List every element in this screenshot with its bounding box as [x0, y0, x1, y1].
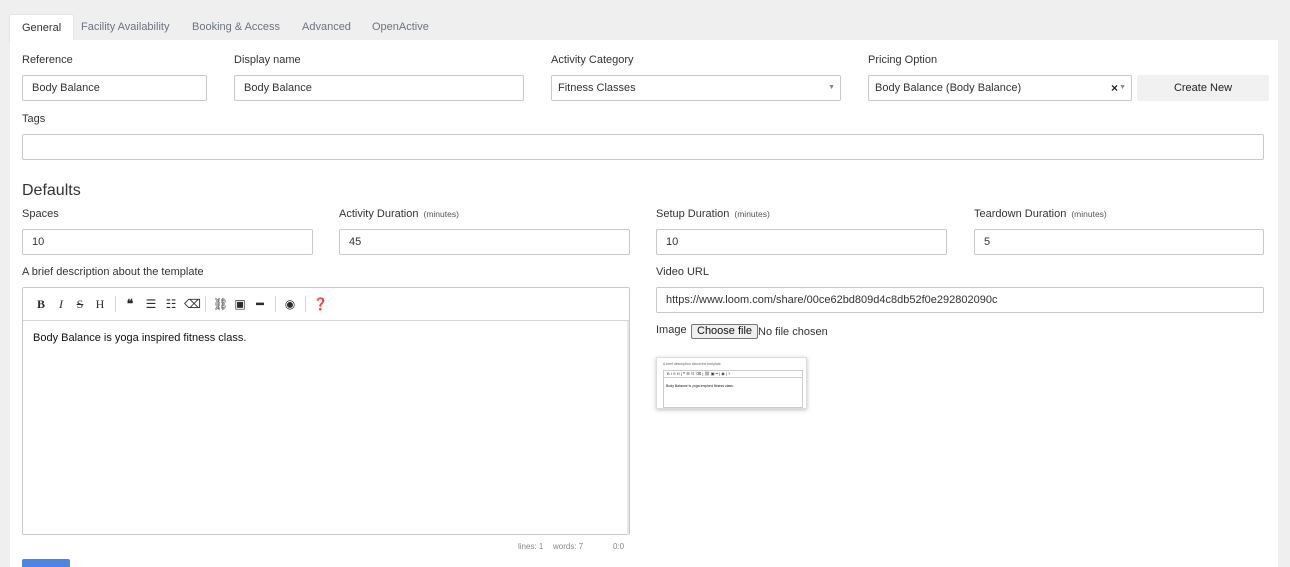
chevron-down-icon: ▼ [1119, 84, 1126, 91]
toolbar-divider [115, 296, 116, 312]
strikethrough-icon[interactable]: S [73, 296, 87, 312]
pricing-option-label: Pricing Option [868, 54, 938, 66]
display-name-label: Display name [234, 54, 301, 66]
teardown-duration-input[interactable]: 5 [974, 229, 1264, 255]
tab-bar: General Facility Availability Booking & … [0, 12, 1290, 42]
horizontal-rule-icon[interactable]: ━ [253, 296, 267, 312]
description-editor[interactable]: B I S H ❝ ☰ ☷ ⌫ ⛓ ▣ ━ ◉ ❓ Body Balance i… [22, 287, 630, 535]
teardown-duration-label-text: Teardown Duration [974, 208, 1067, 220]
activity-category-value: Fitness Classes [558, 82, 636, 94]
activity-category-label: Activity Category [551, 54, 634, 66]
create-new-button[interactable]: Create New [1137, 75, 1269, 101]
tags-label: Tags [22, 113, 46, 125]
thumbnail-caption: A brief description about the template [663, 362, 721, 366]
editor-lines-count: lines: 1 [518, 542, 544, 551]
activity-duration-input[interactable]: 45 [339, 229, 630, 255]
chevron-down-icon: ▼ [828, 84, 835, 91]
clear-icon[interactable]: × [1111, 76, 1118, 100]
pricing-option-select[interactable]: Body Balance (Body Balance) × ▼ [868, 75, 1132, 101]
editor-scrollbar[interactable] [627, 321, 629, 535]
tab-openactive[interactable]: OpenActive [372, 16, 429, 41]
pricing-option-value: Body Balance (Body Balance) [875, 82, 1022, 94]
thumbnail-text: Body Balance is yoga inspired fitness cl… [666, 384, 734, 388]
video-url-input[interactable]: https://www.loom.com/share/00ce62bd809d4… [656, 287, 1264, 313]
spaces-label: Spaces [22, 208, 59, 220]
eraser-icon[interactable]: ⌫ [184, 296, 201, 312]
toolbar-divider [275, 296, 276, 312]
tab-advanced[interactable]: Advanced [302, 16, 351, 41]
bullet-list-icon[interactable]: ☰ [144, 296, 158, 312]
thumbnail-editor-box [663, 378, 803, 408]
editor-cursor-position: 0:0 [613, 542, 625, 551]
preview-icon[interactable]: ◉ [283, 296, 297, 312]
editor-content[interactable]: Body Balance is yoga inspired fitness cl… [33, 332, 246, 344]
defaults-heading: Defaults [22, 182, 81, 199]
setup-duration-input[interactable]: 10 [656, 229, 947, 255]
image-icon[interactable]: ▣ [233, 296, 247, 312]
toolbar-divider [205, 296, 206, 312]
image-thumbnail: A brief description about the template B… [656, 357, 807, 409]
activity-category-select[interactable]: Fitness Classes ▼ [551, 75, 841, 101]
setup-duration-unit: (minutes) [734, 209, 770, 219]
activity-duration-label-text: Activity Duration [339, 208, 419, 220]
image-label: Image [656, 324, 687, 336]
help-icon[interactable]: ❓ [313, 296, 328, 312]
video-url-label: Video URL [656, 266, 709, 278]
teardown-duration-label: Teardown Duration (minutes) [974, 208, 1107, 220]
tab-general[interactable]: General [9, 14, 75, 42]
link-icon[interactable]: ⛓ [213, 296, 228, 312]
teardown-duration-unit: (minutes) [1071, 209, 1107, 219]
editor-toolbar: B I S H ❝ ☰ ☷ ⌫ ⛓ ▣ ━ ◉ ❓ [23, 288, 629, 321]
spaces-input[interactable]: 10 [22, 229, 313, 255]
bold-icon[interactable]: B [34, 296, 48, 312]
tags-input[interactable] [22, 134, 1264, 160]
tab-booking-access[interactable]: Booking & Access [192, 16, 280, 41]
activity-duration-unit: (minutes) [423, 209, 459, 219]
save-button[interactable] [22, 559, 70, 567]
thumbnail-toolbar: B I S H | ❝ ☰ ☷ ⌫ | ⛓ ▣ ━ | ◉ | ? [663, 370, 803, 378]
tab-facility-availability[interactable]: Facility Availability [81, 16, 169, 41]
activity-duration-label: Activity Duration (minutes) [339, 208, 459, 220]
numbered-list-icon[interactable]: ☷ [164, 296, 178, 312]
setup-duration-label-text: Setup Duration [656, 208, 730, 220]
reference-input[interactable]: Body Balance [22, 75, 207, 101]
file-status-text: No file chosen [758, 326, 828, 338]
reference-label: Reference [22, 54, 73, 66]
italic-icon[interactable]: I [54, 296, 68, 312]
editor-words-count: words: 7 [553, 542, 584, 551]
toolbar-divider [305, 296, 306, 312]
setup-duration-label: Setup Duration (minutes) [656, 208, 770, 220]
heading-icon[interactable]: H [93, 296, 107, 312]
display-name-input[interactable]: Body Balance [234, 75, 524, 101]
choose-file-button[interactable]: Choose file [691, 324, 759, 339]
description-label: A brief description about the template [22, 266, 204, 278]
quote-icon[interactable]: ❝ [123, 296, 137, 312]
